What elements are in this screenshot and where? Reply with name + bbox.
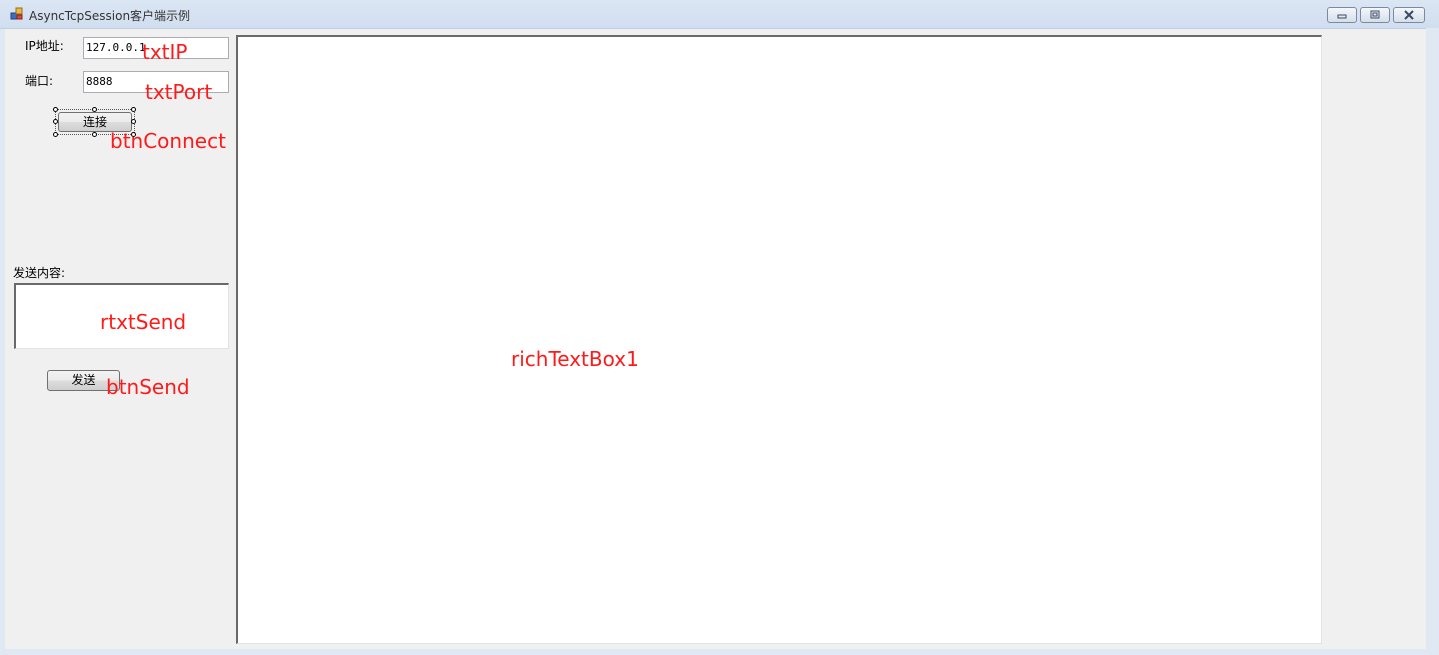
port-label: 端口: xyxy=(25,74,54,88)
restore-button[interactable] xyxy=(1360,7,1390,23)
app-icon xyxy=(10,7,23,20)
close-button[interactable] xyxy=(1393,7,1425,23)
resize-handle[interactable] xyxy=(92,132,97,137)
annotation-btnSend: btnSend xyxy=(106,375,190,399)
resize-handle[interactable] xyxy=(92,107,97,112)
resize-handle[interactable] xyxy=(53,132,58,137)
window-bottom-border xyxy=(0,649,1439,655)
restore-icon xyxy=(1370,10,1380,19)
app-window: AsyncTcpSession客户端示例 IP地址: 127.0.0.1 端口:… xyxy=(0,0,1439,655)
annotation-btnConnect: btnConnect xyxy=(110,129,226,153)
resize-handle[interactable] xyxy=(53,107,58,112)
close-icon xyxy=(1404,10,1414,20)
send-content-label: 发送内容: xyxy=(13,266,66,280)
resize-handle[interactable] xyxy=(131,119,136,124)
annotation-txtIP: txtIP xyxy=(142,40,188,64)
annotation-rtxtSend: rtxtSend xyxy=(100,310,187,334)
annotation-txtPort: txtPort xyxy=(145,80,213,104)
log-richtextbox[interactable] xyxy=(236,35,1322,644)
window-right-border xyxy=(1426,28,1439,655)
annotation-richTextBox1: richTextBox1 xyxy=(511,347,639,371)
form-client-area: IP地址: 127.0.0.1 端口: 8888 连接 发送内容: 发送 txt… xyxy=(5,29,1426,649)
resize-handle[interactable] xyxy=(53,119,58,124)
window-title: AsyncTcpSession客户端示例 xyxy=(29,9,191,23)
minimize-icon xyxy=(1337,14,1347,19)
title-bar[interactable]: AsyncTcpSession客户端示例 xyxy=(0,0,1439,29)
minimize-button[interactable] xyxy=(1327,7,1357,23)
ip-label: IP地址: xyxy=(25,39,64,53)
resize-handle[interactable] xyxy=(131,107,136,112)
